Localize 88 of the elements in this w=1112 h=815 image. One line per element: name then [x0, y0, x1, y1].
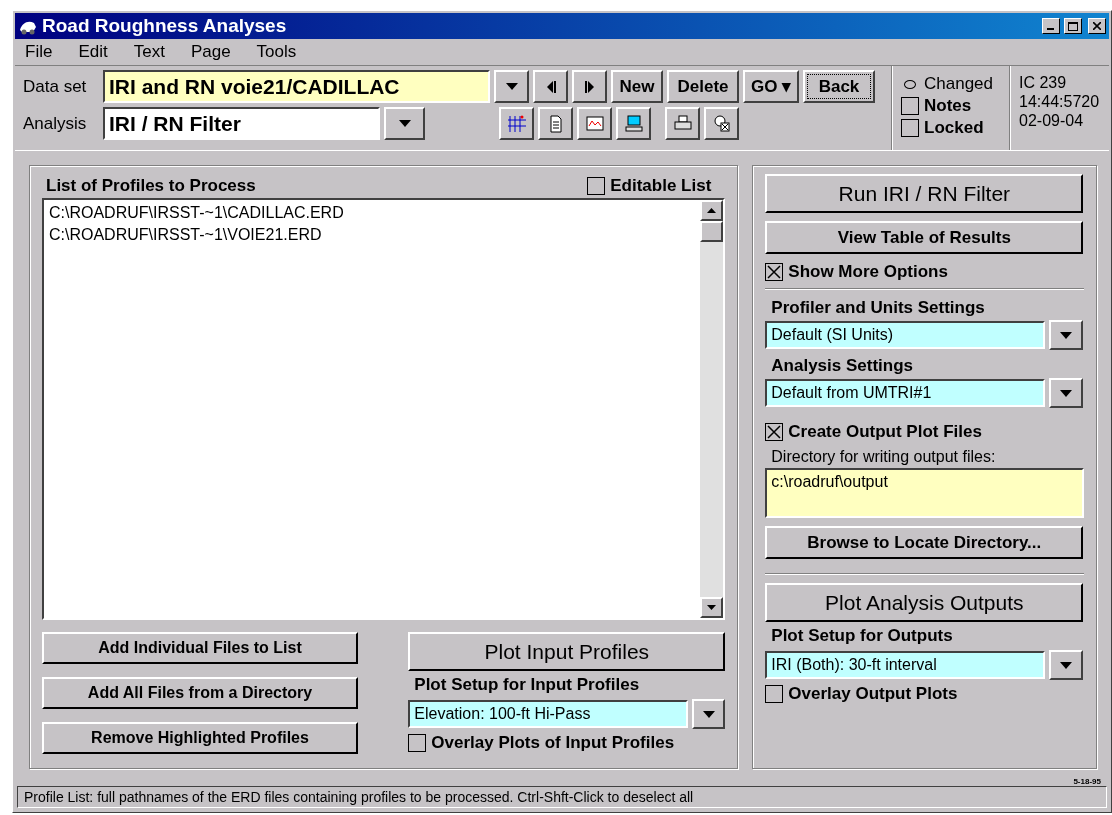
plot-setup-field[interactable]: IRI (Both): 30-ft interval: [765, 651, 1046, 679]
version-text: 5-18-95: [1073, 777, 1101, 786]
graph-button[interactable]: [577, 107, 612, 140]
toolbar-button[interactable]: New: [611, 70, 663, 103]
dropdown-button[interactable]: [494, 70, 529, 103]
caret-icon: [1060, 331, 1073, 339]
close-icon: [1093, 22, 1101, 30]
status-bar: Profile List: full pathnames of the ERD files containing profiles to be processed. Ctrl-Shft-Click to deselect all: [17, 786, 1107, 808]
info-text: IC 239: [1019, 74, 1068, 92]
dropdown-button[interactable]: [1049, 650, 1084, 680]
dataset-field[interactable]: IRI and RN voie21/CADILLAC: [103, 70, 490, 103]
caret-icon: [398, 120, 411, 127]
directory-field[interactable]: c:\roadruf\output: [765, 468, 1084, 518]
caret-icon: [1060, 661, 1073, 669]
checkbox-label: Locked: [924, 118, 984, 138]
close-button[interactable]: [1088, 18, 1106, 34]
settings-field[interactable]: Default from UMTRI#1: [765, 379, 1046, 407]
previous-button[interactable]: [533, 70, 568, 103]
checkbox-label: Overlay Output Plots: [788, 684, 958, 704]
computer-button[interactable]: [616, 107, 651, 140]
checkbox-label: Overlay Plots of Input Profiles: [431, 733, 675, 753]
next-button[interactable]: [572, 70, 607, 103]
checkbox-label: Editable List: [610, 176, 712, 196]
settings-field[interactable]: Default (SI Units): [765, 321, 1046, 349]
analysis-label: Analysis: [23, 113, 88, 134]
menu-item[interactable]: Page: [190, 42, 231, 62]
info-text: 14:44:5720: [1019, 93, 1100, 111]
plot-setup-label: Plot Setup for Input Profiles: [413, 675, 641, 695]
dropdown-button[interactable]: [1049, 320, 1084, 350]
analysis-field[interactable]: IRI / RN Filter: [103, 107, 380, 140]
dropdown-button[interactable]: [384, 107, 425, 140]
dropdown-button[interactable]: [1049, 378, 1084, 408]
checkbox[interactable]: [901, 119, 919, 137]
checkbox-label: Create Output Plot Files: [788, 422, 982, 442]
profile-list[interactable]: C:\ROADRUF\IRSST-~1\CADILLAC.ERD C:\ROADRUF\IRSST-~1\VOIE21.ERD: [42, 198, 726, 620]
settings-label: Profiler and Units Settings: [770, 298, 986, 318]
caret-icon: [505, 83, 518, 90]
computer-icon: [623, 113, 644, 134]
minimize-button[interactable]: [1042, 18, 1060, 34]
settings-label: Analysis Settings: [770, 356, 915, 376]
maximize-button[interactable]: [1064, 18, 1082, 34]
next-icon: [583, 80, 596, 93]
toolbar-button[interactable]: Back: [803, 70, 875, 103]
checkbox-label: Show More Options: [788, 262, 948, 282]
window-title: Road Roughness Analyses: [42, 15, 288, 37]
scroll-down-icon: [707, 605, 717, 610]
scroll-up-icon: [707, 208, 717, 213]
plot-button[interactable]: Plot Input Profiles: [408, 632, 726, 671]
browse-button[interactable]: Browse to Locate Directory...: [765, 526, 1084, 559]
checkbox[interactable]: [408, 734, 427, 752]
toolbar-button[interactable]: Delete: [667, 70, 739, 103]
run-button[interactable]: Run IRI / RN Filter: [765, 174, 1084, 213]
menu-item[interactable]: Text: [133, 42, 165, 62]
menu-item[interactable]: File: [25, 42, 53, 62]
checkbox[interactable]: [587, 177, 606, 195]
plot-setup-label: Plot Setup for Outputs: [770, 626, 954, 646]
grid-chart-button[interactable]: [499, 107, 534, 140]
graph-icon: [584, 113, 605, 134]
checkbox[interactable]: [901, 97, 919, 115]
checkbox[interactable]: [765, 685, 784, 703]
list-item[interactable]: C:\ROADRUF\IRSST-~1\CADILLAC.ERD: [49, 202, 696, 224]
menu-item[interactable]: Edit: [78, 42, 108, 62]
radio-label: Changed: [924, 74, 993, 94]
grid-chart-icon: [506, 113, 527, 134]
caret-icon: [1060, 389, 1073, 397]
list-item[interactable]: C:\ROADRUF\IRSST-~1\VOIE21.ERD: [49, 224, 696, 246]
info-text: 02-09-04: [1019, 112, 1085, 130]
checkbox[interactable]: [765, 263, 784, 281]
dropdown-button[interactable]: [692, 699, 726, 729]
action-button[interactable]: Remove Highlighted Profiles: [42, 722, 358, 754]
checkbox-label: Notes: [924, 96, 972, 116]
action-button[interactable]: Add Individual Files to List: [42, 632, 358, 664]
toolbar-button[interactable]: GO ▾: [743, 70, 799, 103]
scroll-thumb[interactable]: [700, 221, 724, 242]
list-title: List of Profiles to Process: [46, 176, 256, 196]
printer-button[interactable]: [665, 107, 700, 140]
plot-button[interactable]: Plot Analysis Outputs: [765, 583, 1084, 622]
results-button[interactable]: View Table of Results: [765, 221, 1084, 254]
menu-item[interactable]: Tools: [256, 42, 297, 62]
caret-icon: [702, 710, 715, 718]
maximize-icon: [1068, 21, 1078, 31]
plot-setup-field[interactable]: Elevation: 100-ft Hi-Pass: [408, 700, 689, 728]
directory-label: Directory for writing output files:: [770, 448, 997, 466]
action-button[interactable]: Add All Files from a Directory: [42, 677, 358, 709]
scrollbar[interactable]: [700, 200, 724, 618]
document-button[interactable]: [538, 107, 573, 140]
dataset-label: Data set: [23, 76, 88, 97]
checkbox[interactable]: [765, 423, 784, 441]
